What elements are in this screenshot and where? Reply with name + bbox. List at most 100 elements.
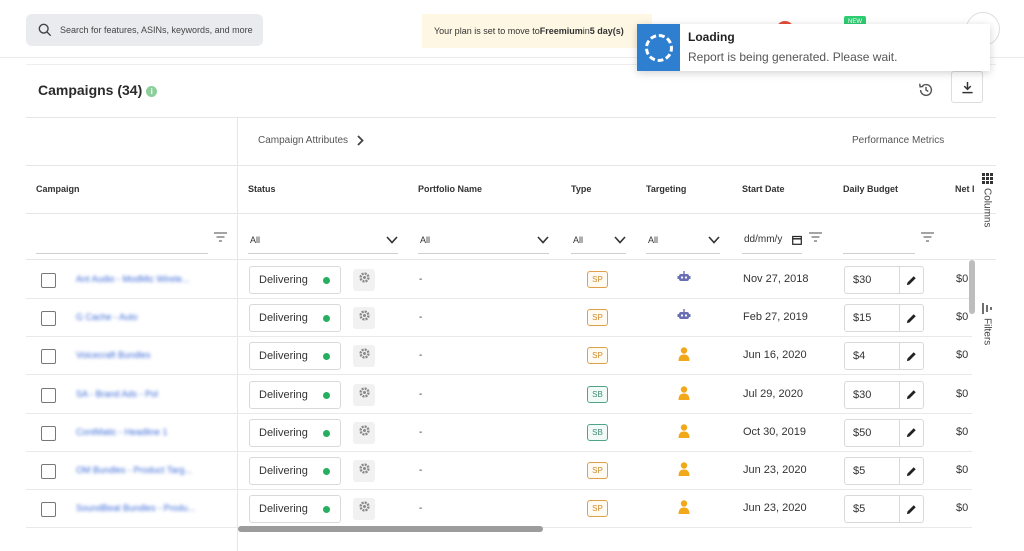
- status-dropdown[interactable]: Delivering: [249, 495, 341, 524]
- row-checkbox[interactable]: [41, 349, 56, 365]
- filters-tab[interactable]: Filters: [976, 303, 998, 345]
- edit-pencil-icon[interactable]: [900, 458, 923, 484]
- horizontal-scrollbar[interactable]: [238, 526, 543, 532]
- portfolio-filter-select[interactable]: All: [418, 226, 549, 254]
- gear-icon: [358, 309, 371, 327]
- info-icon[interactable]: i: [146, 85, 158, 97]
- col-type[interactable]: Type: [571, 184, 591, 194]
- status-dropdown[interactable]: Delivering: [249, 304, 341, 333]
- table-header: Campaign Status Portfolio Name Type Targ…: [26, 166, 996, 214]
- col-targeting[interactable]: Targeting: [646, 184, 686, 194]
- campaign-name-link[interactable]: Ant Audio - ModMic Wirele...: [76, 274, 190, 284]
- settings-button[interactable]: [353, 421, 375, 444]
- edit-pencil-icon[interactable]: [900, 496, 923, 522]
- targeting-filter-value: All: [648, 234, 659, 245]
- settings-button[interactable]: [353, 307, 375, 330]
- campaign-attributes-label: Campaign Attributes: [258, 135, 349, 146]
- campaign-name-link[interactable]: ContMatic - Headline 1: [76, 427, 168, 437]
- campaign-attributes-group[interactable]: Campaign Attributes: [258, 135, 364, 146]
- budget-field[interactable]: $4: [844, 342, 924, 371]
- column-group-row: Campaign Attributes Performance Metrics: [26, 117, 996, 167]
- row-checkbox[interactable]: [41, 502, 56, 518]
- filter-icon[interactable]: [921, 232, 934, 242]
- status-dropdown[interactable]: Delivering: [249, 418, 341, 447]
- filter-icon[interactable]: [214, 232, 227, 242]
- status-dot: [323, 506, 330, 514]
- edit-pencil-icon[interactable]: [900, 267, 923, 293]
- budget-field[interactable]: $5: [844, 495, 924, 524]
- gear-icon: [358, 500, 371, 518]
- settings-button[interactable]: [353, 383, 375, 406]
- status-filter-select[interactable]: All: [248, 226, 398, 254]
- edit-pencil-icon[interactable]: [900, 382, 923, 408]
- status-dropdown[interactable]: Delivering: [249, 457, 341, 485]
- table-row: Ant Audio - ModMic Wirele... Delivering - S…: [26, 261, 972, 299]
- chevron-down-icon: [386, 235, 398, 244]
- status-dropdown[interactable]: Delivering: [249, 266, 341, 294]
- budget-field[interactable]: $50: [844, 418, 924, 447]
- budget-value[interactable]: $4: [845, 343, 900, 370]
- columns-tab[interactable]: Columns: [976, 173, 998, 227]
- robot-icon: [677, 308, 691, 324]
- portfolio-value: -: [419, 274, 423, 285]
- budget-filter-input[interactable]: [843, 226, 915, 254]
- budget-value[interactable]: $30: [845, 267, 900, 293]
- budget-field[interactable]: $30: [844, 380, 924, 409]
- status-dropdown[interactable]: Delivering: [249, 380, 341, 409]
- type-filter-select[interactable]: All: [571, 226, 626, 254]
- col-status[interactable]: Status: [248, 184, 276, 194]
- vertical-scrollbar[interactable]: [969, 260, 975, 314]
- campaign-name-link[interactable]: SoundBeat Bundles - Produ...: [76, 503, 195, 513]
- row-checkbox[interactable]: [41, 311, 56, 327]
- portfolio-value: -: [419, 503, 423, 515]
- filter-icon[interactable]: [809, 232, 822, 242]
- date-placeholder: dd/mm/y: [744, 234, 783, 245]
- type-badge: SP: [587, 462, 608, 479]
- budget-value[interactable]: $30: [845, 381, 900, 408]
- status-dropdown[interactable]: Delivering: [249, 342, 341, 371]
- calendar-icon[interactable]: [792, 235, 802, 245]
- settings-button[interactable]: [353, 460, 375, 482]
- budget-value[interactable]: $50: [845, 419, 900, 446]
- campaign-name-link[interactable]: OM Bundles - Product Targ...: [76, 465, 192, 475]
- budget-value[interactable]: $15: [845, 305, 900, 332]
- campaign-name-link[interactable]: G Cache - Auto: [76, 312, 138, 322]
- table-row: G Cache - Auto Delivering - SP Feb 27, 2019 $…: [26, 299, 972, 338]
- row-checkbox[interactable]: [41, 425, 56, 441]
- settings-button[interactable]: [353, 498, 375, 521]
- budget-value[interactable]: $5: [845, 458, 900, 484]
- targeting-filter-select[interactable]: All: [646, 226, 720, 254]
- start-date-filter[interactable]: dd/mm/y: [742, 226, 802, 254]
- search-input[interactable]: [60, 25, 260, 35]
- settings-button[interactable]: [353, 269, 375, 291]
- toast-spinner-box: [637, 24, 680, 71]
- row-checkbox[interactable]: [41, 387, 56, 403]
- global-search[interactable]: [26, 14, 263, 46]
- status-label: Delivering: [259, 388, 308, 401]
- row-checkbox[interactable]: [41, 273, 56, 288]
- row-checkbox[interactable]: [41, 464, 56, 479]
- start-date-value: Jul 29, 2020: [743, 387, 803, 400]
- col-start-date[interactable]: Start Date: [742, 184, 785, 194]
- budget-field[interactable]: $30: [844, 266, 924, 294]
- download-button[interactable]: [951, 71, 983, 103]
- loading-toast: Loading Report is being generated. Pleas…: [637, 24, 990, 71]
- edit-pencil-icon[interactable]: [900, 305, 923, 331]
- budget-value[interactable]: $5: [845, 496, 900, 523]
- campaign-name-link[interactable]: SA - Brand Ads - Pol: [76, 389, 158, 399]
- col-campaign[interactable]: Campaign: [36, 184, 80, 194]
- table-row: Voicecraft Bundles Delivering - SP Jun 16, 2…: [26, 337, 972, 376]
- col-daily-budget[interactable]: Daily Budget: [843, 184, 898, 194]
- campaign-filter-input[interactable]: [36, 226, 208, 254]
- gear-icon: [358, 386, 371, 404]
- type-badge: SB: [587, 385, 608, 403]
- col-net[interactable]: Net I: [955, 184, 975, 194]
- edit-pencil-icon[interactable]: [900, 343, 923, 369]
- campaign-name-link[interactable]: Voicecraft Bundles: [76, 350, 151, 360]
- history-button[interactable]: [911, 75, 941, 105]
- edit-pencil-icon[interactable]: [900, 420, 923, 446]
- budget-field[interactable]: $5: [844, 457, 924, 485]
- budget-field[interactable]: $15: [844, 304, 924, 333]
- settings-button[interactable]: [353, 345, 375, 368]
- col-portfolio[interactable]: Portfolio Name: [418, 184, 482, 194]
